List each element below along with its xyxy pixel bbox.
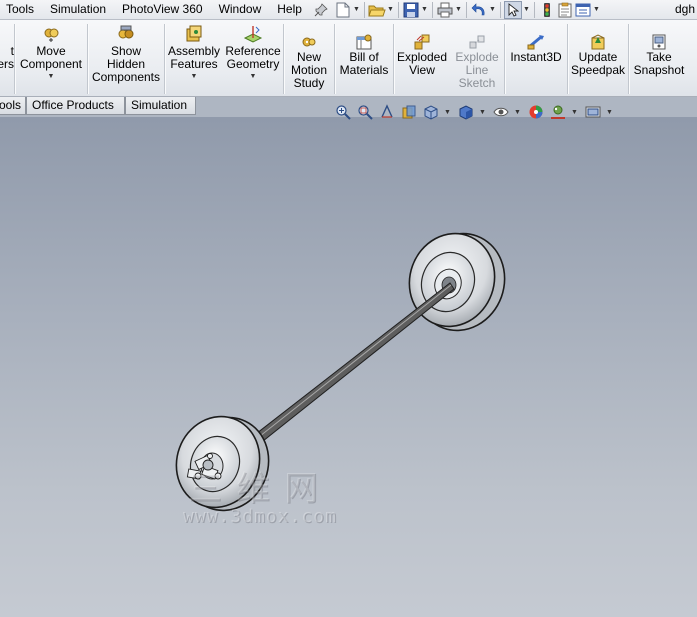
update-speedpak-button[interactable]: Update Speedpak bbox=[568, 20, 628, 97]
watermark: 三维网 www.3dmox.com bbox=[160, 470, 360, 526]
exploded-view-icon bbox=[414, 34, 430, 50]
watermark-url: www.3dmox.com bbox=[183, 506, 337, 527]
exploded-view-label: Exploded View bbox=[396, 50, 448, 77]
take-snapshot-button[interactable]: Take Snapshot bbox=[629, 20, 689, 97]
select-dropdown-icon[interactable]: ▼ bbox=[522, 1, 531, 19]
chevron-down-icon[interactable]: ▼ bbox=[250, 73, 257, 81]
separator bbox=[363, 1, 365, 18]
print-icon[interactable] bbox=[436, 1, 454, 19]
separator bbox=[465, 1, 467, 18]
display-style-dropdown-icon[interactable]: ▼ bbox=[479, 109, 487, 116]
hide-show-dropdown-icon[interactable]: ▼ bbox=[514, 109, 522, 116]
document-title: dgh bbox=[674, 2, 695, 16]
pushpin-icon[interactable] bbox=[310, 0, 332, 20]
undo-dropdown-icon[interactable]: ▼ bbox=[488, 1, 497, 19]
explode-line-sketch-button: Explode Line Sketch bbox=[450, 20, 504, 97]
chevron-down-icon[interactable]: ▼ bbox=[48, 73, 55, 81]
apply-scene-dropdown-icon[interactable]: ▼ bbox=[571, 109, 579, 116]
far-wheel[interactable] bbox=[396, 221, 518, 343]
select-arrow-icon[interactable] bbox=[503, 0, 522, 19]
smart-fasteners-label: t ers bbox=[0, 44, 14, 71]
menu-window[interactable]: Window bbox=[211, 0, 270, 20]
instant3d-button[interactable]: Instant3D bbox=[505, 20, 567, 97]
menu-bar: Tools Simulation PhotoView 360 Window He… bbox=[0, 0, 697, 20]
undo-icon[interactable] bbox=[470, 1, 488, 19]
tab-tools[interactable]: ools bbox=[0, 97, 26, 115]
save-icon[interactable] bbox=[402, 1, 420, 19]
menu-simulation[interactable]: Simulation bbox=[42, 0, 114, 20]
move-component-button[interactable]: Move Component ▼ bbox=[15, 20, 87, 97]
instant3d-label: Instant3D bbox=[510, 50, 562, 64]
exploded-view-button[interactable]: Exploded View bbox=[394, 20, 450, 97]
separator bbox=[397, 1, 399, 18]
update-speedpak-label: Update Speedpak bbox=[570, 50, 626, 77]
open-dropdown-icon[interactable]: ▼ bbox=[386, 1, 395, 19]
bill-of-materials-label: Bill of Materials bbox=[339, 50, 389, 77]
quick-access-toolbar: ▼ ▼ ▼ ▼ ▼ ▼ ▼ bbox=[334, 0, 601, 20]
reference-geometry-label: Reference Geometry bbox=[225, 44, 281, 71]
tab-simulation[interactable]: Simulation bbox=[125, 97, 196, 115]
take-snapshot-icon bbox=[652, 34, 666, 50]
new-dropdown-icon[interactable]: ▼ bbox=[352, 1, 361, 19]
reference-geometry-button[interactable]: Reference Geometry ▼ bbox=[223, 20, 283, 97]
view-settings-dropdown-icon[interactable]: ▼ bbox=[606, 109, 614, 116]
menu-photoview[interactable]: PhotoView 360 bbox=[114, 0, 211, 20]
bill-of-materials-icon bbox=[356, 34, 372, 50]
move-component-icon bbox=[44, 28, 59, 42]
new-motion-study-label: New Motion Study bbox=[290, 50, 328, 90]
menu-help[interactable]: Help bbox=[269, 0, 310, 20]
assembly-features-button[interactable]: Assembly Features ▼ bbox=[165, 20, 223, 97]
print-dropdown-icon[interactable]: ▼ bbox=[454, 1, 463, 19]
move-component-label: Move Component bbox=[19, 44, 83, 71]
assembly-features-icon bbox=[186, 25, 202, 42]
open-folder-icon[interactable] bbox=[368, 1, 386, 19]
separator bbox=[499, 1, 501, 18]
watermark-logo-text: 三维网 bbox=[188, 469, 332, 509]
view-orientation-dropdown-icon[interactable]: ▼ bbox=[444, 109, 452, 116]
reference-geometry-icon bbox=[243, 26, 263, 43]
take-snapshot-label: Take Snapshot bbox=[633, 50, 685, 77]
axle-shaft[interactable] bbox=[251, 282, 455, 446]
explode-line-sketch-icon bbox=[469, 35, 485, 49]
explode-line-sketch-label: Explode Line Sketch bbox=[455, 50, 499, 90]
command-manager-ribbon: t ers Move Component ▼ Show Hidden Compo… bbox=[0, 20, 697, 97]
file-properties-icon[interactable] bbox=[556, 1, 574, 19]
options-icon[interactable] bbox=[574, 1, 592, 19]
assembly-features-label: Assembly Features bbox=[167, 44, 220, 71]
separator bbox=[533, 1, 535, 18]
new-motion-study-button[interactable]: New Motion Study bbox=[284, 20, 334, 97]
show-hidden-components-icon bbox=[118, 25, 134, 39]
update-speedpak-icon bbox=[591, 34, 605, 50]
bill-of-materials-button[interactable]: Bill of Materials bbox=[335, 20, 393, 97]
instant3d-icon bbox=[527, 35, 544, 50]
options-dropdown-icon[interactable]: ▼ bbox=[592, 1, 601, 19]
show-hidden-components-button[interactable]: Show Hidden Components bbox=[88, 20, 164, 97]
tab-office-products[interactable]: Office Products bbox=[26, 97, 125, 115]
separator bbox=[431, 1, 433, 18]
show-hidden-components-label: Show Hidden Components bbox=[91, 44, 161, 84]
chevron-down-icon[interactable]: ▼ bbox=[191, 73, 198, 81]
new-document-icon[interactable] bbox=[334, 1, 352, 19]
assembly-model-axle[interactable] bbox=[0, 117, 697, 617]
smart-fasteners-button[interactable]: t ers bbox=[0, 20, 14, 97]
motion-study-icon bbox=[302, 37, 316, 47]
save-dropdown-icon[interactable]: ▼ bbox=[420, 1, 429, 19]
menu-tools[interactable]: Tools bbox=[0, 0, 42, 20]
traffic-light-rebuild-icon[interactable] bbox=[538, 1, 556, 19]
